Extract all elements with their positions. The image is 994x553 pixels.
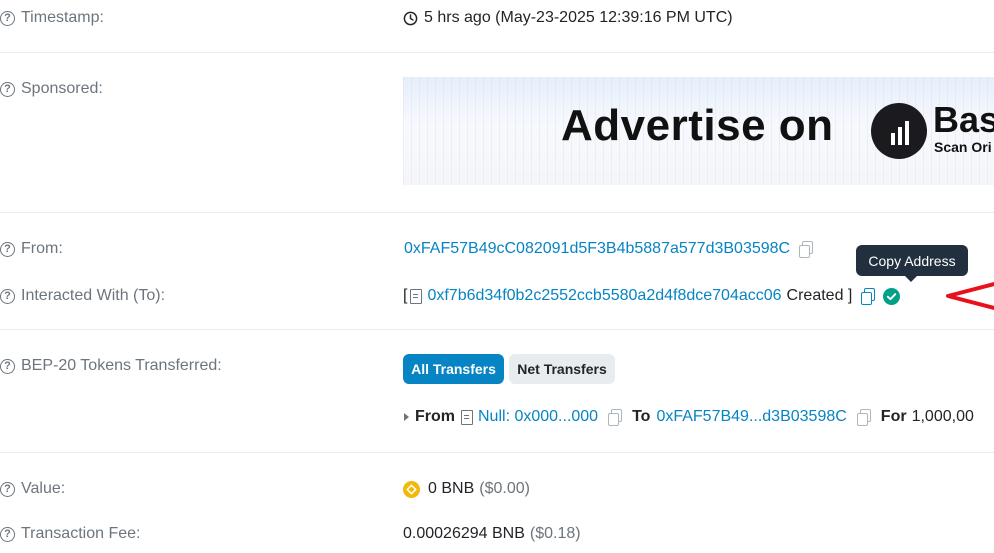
sponsored-label: ? Sponsored: bbox=[0, 80, 103, 98]
red-arrow-annotation bbox=[946, 282, 994, 310]
value-value: 0 BNB ($0.00) bbox=[403, 480, 530, 498]
bscscan-logo bbox=[871, 103, 927, 159]
to-address-link[interactable]: 0xFAF57B49...d3B03598C bbox=[656, 408, 846, 426]
token-transfer-row: From Null: 0x000...000 To 0xFAF57B49...d… bbox=[404, 408, 974, 426]
fee-value: 0.00026294 BNB ($0.18) bbox=[403, 525, 581, 542]
all-transfers-tab[interactable]: All Transfers bbox=[403, 354, 504, 384]
caret-right-icon[interactable] bbox=[404, 413, 409, 421]
value-label: ? Value: bbox=[0, 480, 65, 498]
from-value: 0xFAF57B49cC082091d5F3B4b5887a577d3B0359… bbox=[404, 240, 814, 258]
brand-subtext: Scan Ori bbox=[934, 139, 992, 155]
interacted-with-value: [ 0xf7b6d34f0b2c2552ccb5580a2d4f8dce704a… bbox=[403, 287, 901, 305]
help-icon[interactable]: ? bbox=[0, 288, 15, 304]
fee-label: ? Transaction Fee: bbox=[0, 525, 140, 543]
copy-icon[interactable] bbox=[608, 409, 623, 426]
from-label: ? From: bbox=[0, 240, 63, 258]
from-null-link[interactable]: Null: 0x000...000 bbox=[478, 408, 598, 426]
copy-icon[interactable] bbox=[856, 409, 871, 426]
verified-check-icon bbox=[883, 287, 901, 305]
timestamp-value: 5 hrs ago (May-23-2025 12:39:16 PM UTC) bbox=[403, 9, 733, 27]
token-amount: 1,000,00 bbox=[911, 408, 974, 425]
tooltip-arrow bbox=[905, 276, 917, 282]
brand-text: Bas bbox=[933, 99, 994, 140]
copy-icon[interactable] bbox=[861, 288, 876, 305]
contract-icon bbox=[461, 409, 473, 425]
timestamp-label: ? Timestamp: bbox=[0, 9, 104, 27]
copy-address-tooltip: Copy Address bbox=[856, 245, 968, 276]
interacted-with-label: ? Interacted With (To): bbox=[0, 287, 165, 305]
tokens-label: ? BEP-20 Tokens Transferred: bbox=[0, 357, 222, 375]
contract-address-link[interactable]: 0xf7b6d34f0b2c2552ccb5580a2d4f8dce704acc… bbox=[427, 287, 781, 305]
help-icon[interactable]: ? bbox=[0, 81, 15, 97]
clock-icon bbox=[403, 11, 418, 25]
help-icon[interactable]: ? bbox=[0, 526, 15, 542]
help-icon[interactable]: ? bbox=[0, 10, 15, 26]
divider bbox=[0, 329, 994, 330]
sponsored-banner[interactable]: Advertise on Bas Scan Ori bbox=[403, 77, 994, 185]
help-icon[interactable]: ? bbox=[0, 358, 15, 374]
from-address-link[interactable]: 0xFAF57B49cC082091d5F3B4b5887a577d3B0359… bbox=[404, 240, 790, 258]
divider bbox=[0, 452, 994, 453]
ad-text: Advertise on bbox=[561, 101, 834, 150]
bnb-icon bbox=[403, 480, 420, 498]
help-icon[interactable]: ? bbox=[0, 481, 15, 497]
divider bbox=[0, 212, 994, 213]
net-transfers-tab[interactable]: Net Transfers bbox=[509, 354, 615, 384]
help-icon[interactable]: ? bbox=[0, 241, 15, 257]
contract-icon bbox=[410, 288, 423, 304]
divider bbox=[0, 52, 994, 53]
copy-icon[interactable] bbox=[799, 241, 814, 258]
